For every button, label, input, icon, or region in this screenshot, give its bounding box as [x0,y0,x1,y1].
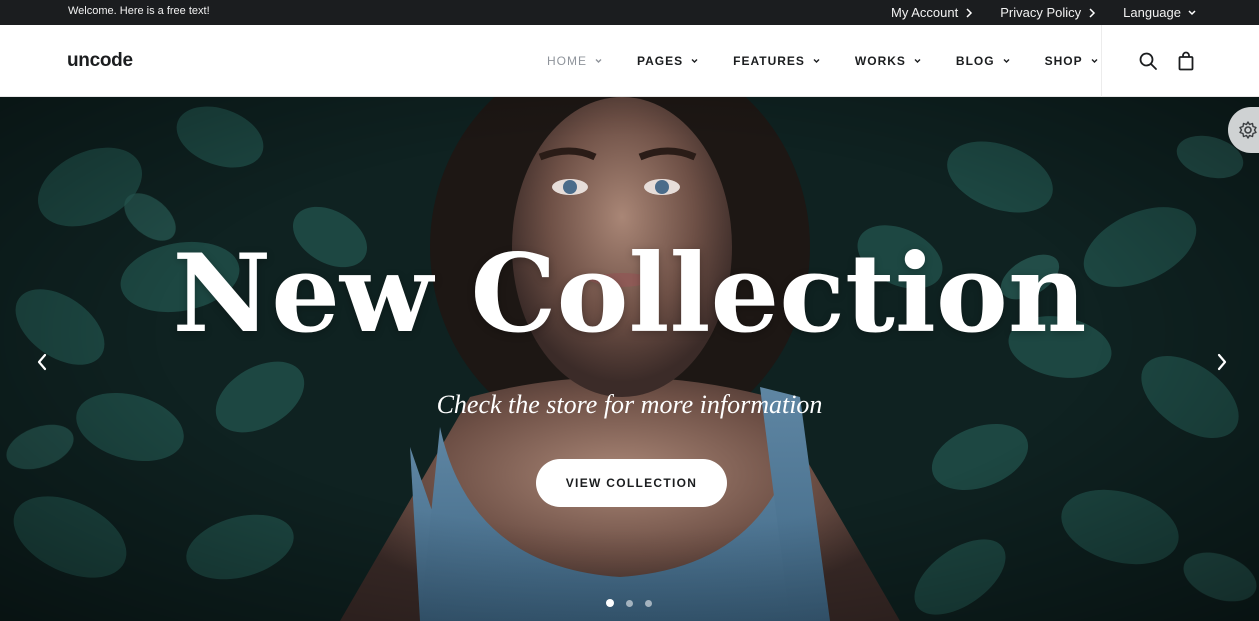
nav-item-home[interactable]: HOME [547,54,602,68]
privacy-policy-link[interactable]: Privacy Policy [1000,5,1096,20]
slider-prev-arrow-icon[interactable] [35,353,49,371]
slider-dot[interactable] [626,599,633,607]
privacy-policy-label: Privacy Policy [1000,5,1082,20]
language-label: Language [1123,5,1181,20]
language-dropdown[interactable]: Language [1123,5,1196,20]
top-bar: Welcome. Here is a free text! My Account… [0,0,1259,25]
search-icon[interactable] [1138,51,1158,71]
my-account-link[interactable]: My Account [891,5,973,20]
chevron-down-icon [1003,59,1010,63]
nav-item-pages[interactable]: PAGES [637,54,698,68]
nav-item-works[interactable]: WORKS [855,54,921,68]
nav-item-label: SHOP [1044,54,1083,68]
chevron-down-icon [914,59,921,63]
main-header: uncode HOME PAGES FEATURES WORKS BLOG SH… [0,25,1259,97]
slider-dot[interactable] [645,599,652,607]
site-logo[interactable]: uncode [67,50,133,72]
slider-pagination [606,599,652,607]
nav-item-shop[interactable]: SHOP [1045,54,1098,68]
header-divider [1101,25,1102,97]
nav-item-label: PAGES [637,54,684,68]
view-collection-button[interactable]: VIEW COLLECTION [536,459,727,507]
chevron-down-icon [1091,59,1098,63]
top-links: My Account Privacy Policy Language [864,0,1196,25]
chevron-right-icon [966,7,973,18]
slider-dot[interactable] [606,599,614,607]
nav-item-label: FEATURES [733,54,805,68]
shopping-bag-icon[interactable] [1176,51,1196,71]
welcome-text: Welcome. Here is a free text! [68,5,210,17]
hero-background-image [0,97,1259,621]
my-account-label: My Account [891,5,959,20]
chevron-down-icon [813,59,820,63]
main-nav: HOME PAGES FEATURES WORKS BLOG SHOP [547,25,1133,97]
nav-item-label: HOME [547,54,587,68]
nav-item-blog[interactable]: BLOG [956,54,1010,68]
nav-item-features[interactable]: FEATURES [733,54,820,68]
nav-item-label: BLOG [955,54,995,68]
slider-next-arrow-icon[interactable] [1215,353,1229,371]
hero-slider: New Collection Check the store for more … [0,97,1259,621]
hero-subtitle: Check the store for more information [436,390,823,419]
chevron-down-icon [595,59,602,63]
chevron-right-icon [1089,7,1096,18]
gear-icon [1239,121,1257,139]
nav-item-label: WORKS [854,54,906,68]
chevron-down-icon [1188,9,1196,15]
chevron-down-icon [691,59,698,63]
hero-title: New Collection [172,231,1087,357]
